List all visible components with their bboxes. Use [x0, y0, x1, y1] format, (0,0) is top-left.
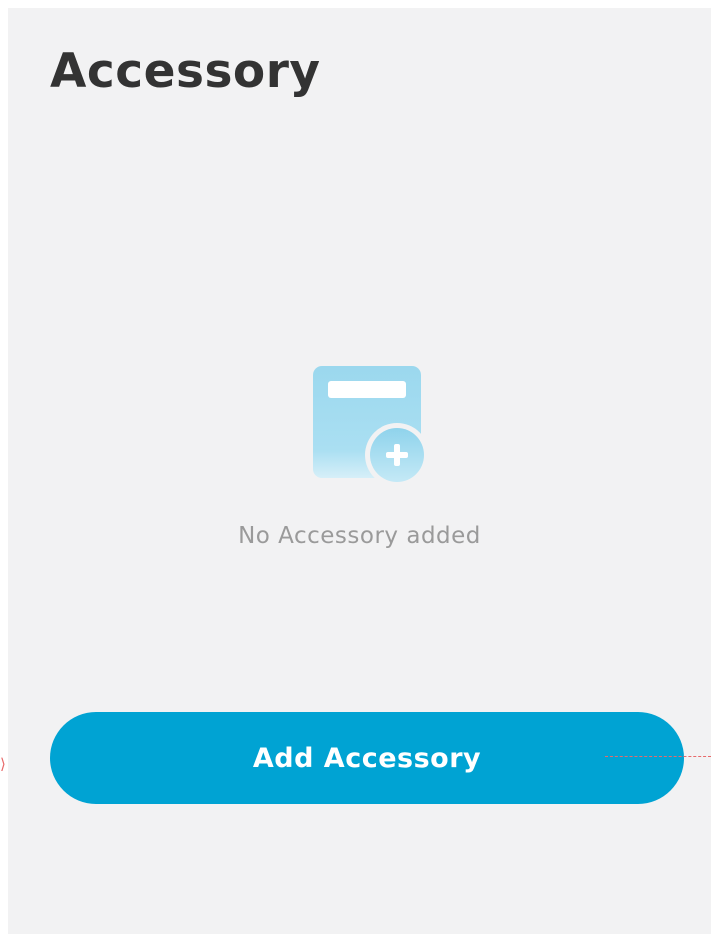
empty-state-message: No Accessory added: [238, 523, 481, 549]
add-accessory-button[interactable]: Add Accessory: [50, 712, 684, 804]
guide-arrow-icon: ⟩: [0, 755, 6, 773]
add-accessory-icon: [313, 366, 429, 487]
accessory-screen: Accessory No Accessory added Add Accesso…: [8, 8, 711, 934]
page-title: Accessory: [50, 44, 321, 99]
guide-line: [605, 756, 711, 757]
